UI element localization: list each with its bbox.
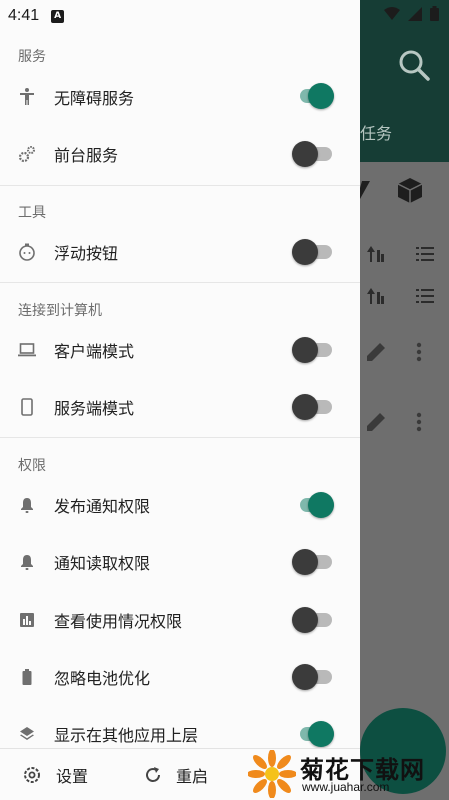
settings-label: 设置 (56, 767, 89, 786)
accessibility-icon (18, 88, 36, 106)
restart-label: 重启 (176, 767, 209, 786)
floating-button-icon (18, 243, 36, 261)
gears-icon (18, 145, 36, 163)
server-mode-toggle[interactable] (292, 394, 332, 420)
phone-icon (18, 398, 36, 416)
foreground-service-item[interactable]: 前台服务 (0, 126, 360, 182)
notification-read-toggle[interactable] (292, 549, 332, 575)
bell-icon (18, 553, 36, 571)
layers-icon (18, 725, 36, 743)
item-label: 无障碍服务 (54, 89, 135, 108)
usage-stats-permission-item[interactable]: 查看使用情况权限 (0, 592, 360, 648)
accessibility-service-item[interactable]: 无障碍服务 (0, 69, 360, 125)
item-label: 查看使用情况权限 (54, 612, 183, 631)
background-row (366, 244, 434, 264)
item-label: 前台服务 (54, 146, 119, 165)
sort-icon[interactable] (366, 244, 386, 264)
more-vert-icon[interactable] (416, 342, 422, 362)
overlay-permission-toggle[interactable] (292, 721, 334, 747)
pencil-icon[interactable] (366, 342, 386, 362)
package-icon[interactable] (396, 176, 424, 204)
restart-icon (146, 767, 160, 782)
search-icon[interactable] (397, 48, 431, 82)
section-title-tools: 工具 (18, 205, 46, 221)
usage-stats-toggle[interactable] (292, 607, 332, 633)
divider (0, 437, 360, 438)
background-row (366, 286, 434, 306)
battery-status-icon (430, 6, 439, 21)
status-time: 4:41 (8, 7, 40, 24)
section-title-connect: 连接到计算机 (18, 303, 102, 319)
watermark: 菊花下载网 www.juahar.com (248, 748, 449, 800)
bar-chart-icon (18, 611, 36, 629)
item-label: 发布通知权限 (54, 497, 151, 516)
wifi-icon (384, 6, 400, 20)
divider (0, 282, 360, 283)
background-row (366, 412, 422, 432)
item-label: 客户端模式 (54, 342, 135, 361)
item-label: 忽略电池优化 (54, 669, 151, 688)
floating-button-item[interactable]: 浮动按钮 (0, 224, 360, 280)
notification-icon: A (51, 9, 65, 23)
item-label: 显示在其他应用上层 (54, 726, 199, 745)
status-bar: 4:41 A (0, 0, 360, 32)
battery-optimization-toggle[interactable] (292, 664, 332, 690)
list-icon[interactable] (416, 289, 434, 303)
accessibility-service-toggle[interactable] (292, 83, 334, 109)
signal-icon (408, 6, 422, 21)
more-vert-icon[interactable] (416, 412, 422, 432)
item-label: 服务端模式 (54, 399, 135, 418)
gear-icon (24, 767, 40, 783)
post-notification-toggle[interactable] (292, 492, 334, 518)
battery-optimization-item[interactable]: 忽略电池优化 (0, 649, 360, 705)
laptop-icon (18, 341, 36, 359)
list-icon[interactable] (416, 247, 434, 261)
background-toolbar (358, 176, 424, 204)
chrysanthemum-logo-icon (248, 750, 296, 798)
navigation-drawer: 服务 无障碍服务 前台服务 工具 浮动按钮 连接到计算机 客户端模式 服务端模式… (0, 0, 360, 800)
tab-tasks[interactable]: 任务 (360, 120, 392, 144)
section-title-permissions: 权限 (18, 458, 46, 474)
foreground-service-toggle[interactable] (292, 141, 332, 167)
floating-button-toggle[interactable] (292, 239, 332, 265)
item-label: 浮动按钮 (54, 244, 119, 263)
divider (0, 185, 360, 186)
settings-button[interactable]: 设置 (22, 763, 88, 787)
section-title-services: 服务 (18, 49, 46, 65)
bell-icon (18, 496, 36, 514)
post-notification-permission-item[interactable]: 发布通知权限 (0, 477, 360, 533)
watermark-url: www.juahar.com (302, 780, 390, 794)
item-label: 通知读取权限 (54, 554, 151, 573)
system-status-icons (384, 6, 439, 21)
client-mode-item[interactable]: 客户端模式 (0, 322, 360, 378)
notification-read-permission-item[interactable]: 通知读取权限 (0, 534, 360, 590)
client-mode-toggle[interactable] (292, 337, 332, 363)
sort-icon[interactable] (366, 286, 386, 306)
pencil-icon[interactable] (366, 412, 386, 432)
server-mode-item[interactable]: 服务端模式 (0, 379, 360, 435)
background-row (366, 342, 422, 362)
battery-icon (18, 668, 36, 686)
restart-button[interactable]: 重启 (144, 763, 208, 787)
